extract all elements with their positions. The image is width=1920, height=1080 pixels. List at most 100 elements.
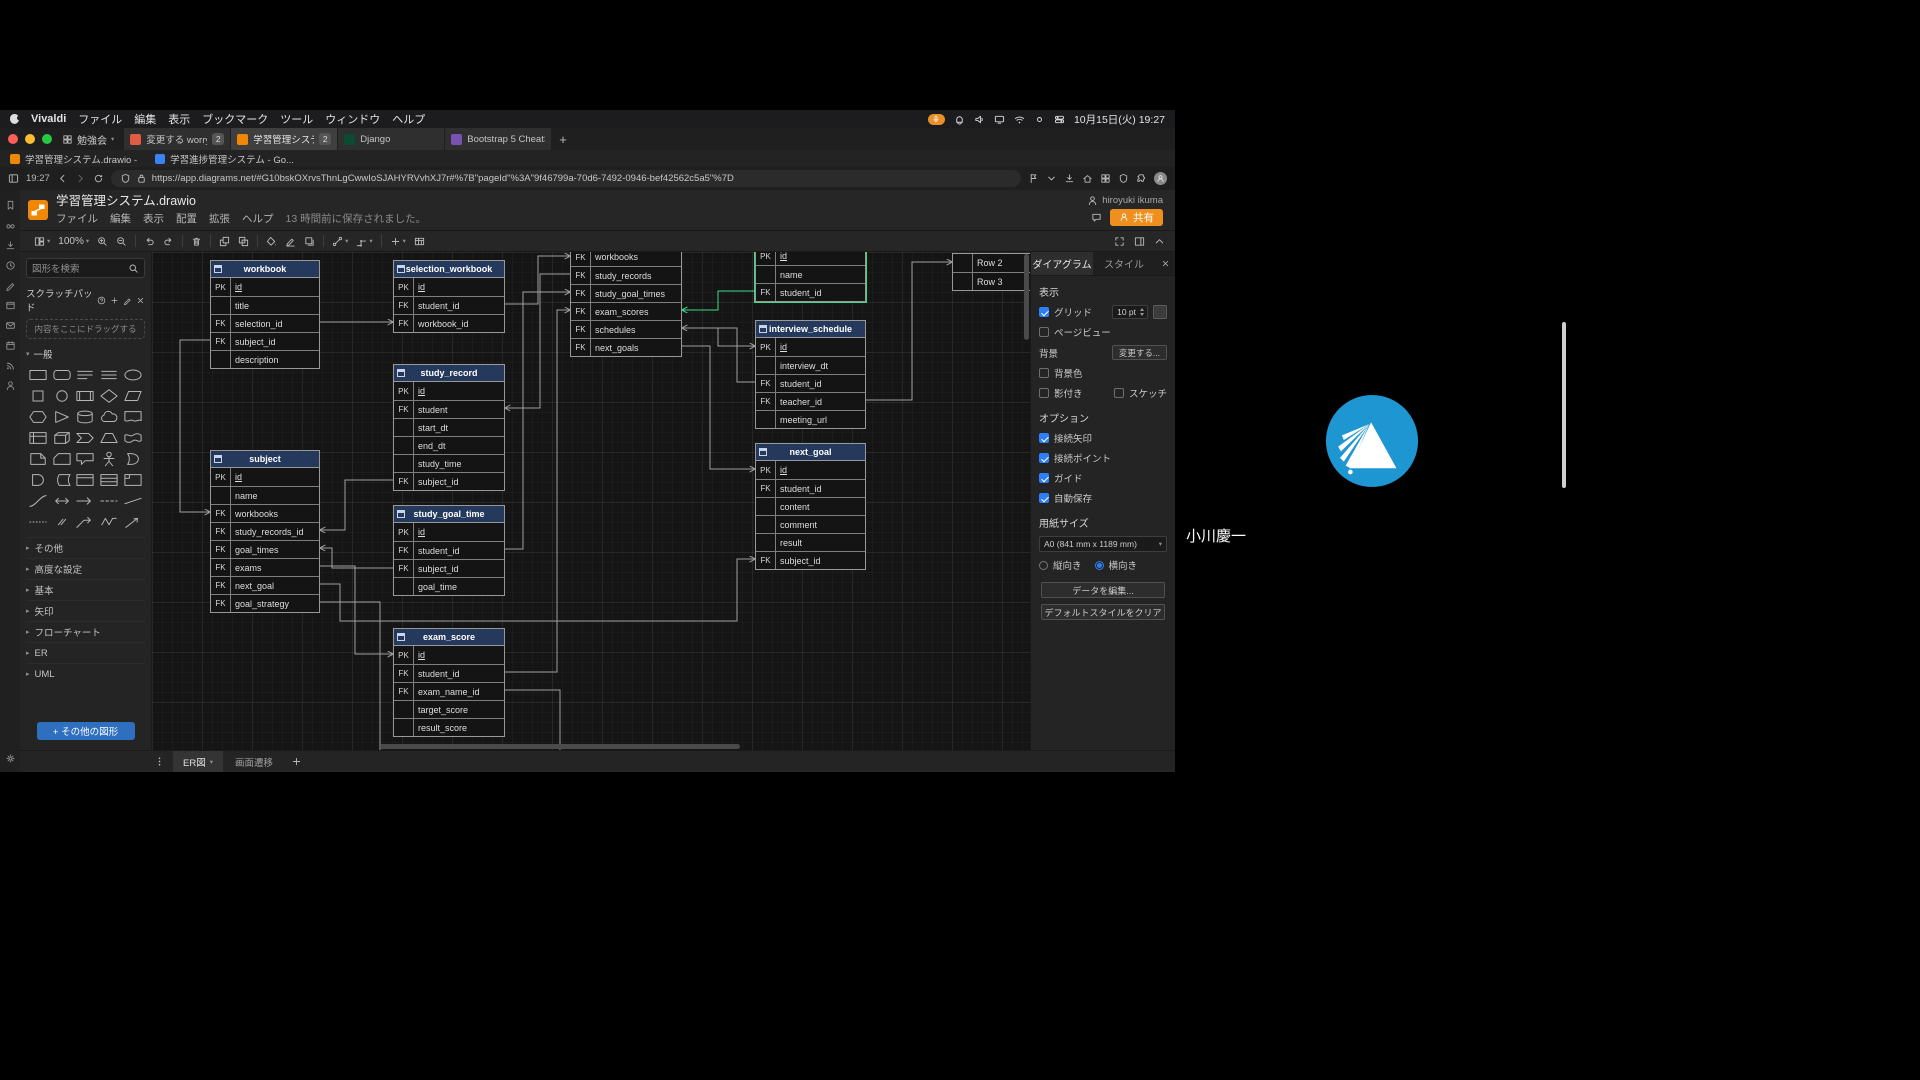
shape-bidirectional-arrow[interactable]: [50, 491, 74, 510]
shadow-icon-button[interactable]: [300, 236, 319, 247]
er-connector[interactable]: [320, 602, 380, 750]
bookmark-item-2[interactable]: 学習進捗管理システム - Go...: [155, 152, 294, 166]
signed-in-user[interactable]: hiroyuki ikuma: [1087, 195, 1163, 206]
panel-person-icon[interactable]: [5, 380, 16, 391]
chevron-up-button[interactable]: [1154, 236, 1165, 247]
er-row[interactable]: result_score: [394, 718, 504, 736]
er-table-study_goal_time[interactable]: study_goal_timePKidFKstudent_idFKsubject…: [393, 505, 505, 596]
page-tab-er[interactable]: ER図 ▾: [173, 751, 223, 772]
canvas-vertical-scrollbar[interactable]: [1024, 254, 1029, 340]
er-row[interactable]: meeting_url: [756, 410, 865, 428]
er-row[interactable]: FKstudent_id: [394, 541, 504, 559]
drawio-menu-拡張[interactable]: 拡張: [209, 211, 230, 226]
er-row[interactable]: FKstudent_id: [756, 283, 865, 301]
sidebar-section-高度な設定[interactable]: ▸高度な設定: [26, 558, 145, 579]
scratchpad-pencil-icon[interactable]: [123, 296, 132, 305]
comments-button[interactable]: [1091, 212, 1102, 223]
macos-menu-ウィンドウ[interactable]: ウィンドウ: [325, 111, 380, 127]
option-checkbox-4[interactable]: [1039, 493, 1049, 503]
er-row[interactable]: FKnext_goals: [571, 338, 681, 356]
er-row[interactable]: content: [756, 497, 865, 515]
url-text[interactable]: https://app.diagrams.net/#G10bskOXrvsThn…: [152, 173, 734, 184]
er-row[interactable]: PKid: [211, 278, 319, 296]
er-row[interactable]: FKsubject_id: [211, 332, 319, 350]
site-shield-icon[interactable]: [120, 173, 131, 184]
close-window-button[interactable]: [8, 134, 18, 144]
macos-menu-編集[interactable]: 編集: [134, 111, 156, 127]
er-table-student[interactable]: FKworkbooksFKstudy_recordsFKstudy_goal_t…: [570, 252, 682, 357]
er-connector[interactable]: [866, 262, 952, 400]
er-table-partial_table[interactable]: Row 2Row 3: [952, 253, 1030, 291]
shape-container[interactable]: [74, 470, 98, 489]
macos-menu-ファイル[interactable]: ファイル: [78, 111, 122, 127]
option-checkbox-1[interactable]: [1039, 433, 1049, 443]
er-connector[interactable]: [505, 256, 570, 304]
er-connector[interactable]: [505, 690, 560, 750]
shape-line[interactable]: [121, 491, 145, 510]
participant-tile[interactable]: 小川慶一: [1175, 330, 1568, 551]
macos-menu-ツール[interactable]: ツール: [280, 111, 313, 127]
er-table-subject[interactable]: subjectPKidnameFKworkbooksFKstudy_record…: [210, 450, 320, 613]
er-table-next_goal[interactable]: next_goalPKidFKstudent_idcontentcommentr…: [755, 443, 866, 570]
er-connector[interactable]: [682, 291, 755, 310]
er-row[interactable]: Row 2: [953, 254, 1030, 272]
minimize-window-button[interactable]: [25, 134, 35, 144]
zoom-out-button[interactable]: [112, 236, 131, 247]
er-row[interactable]: FKstudent_id: [756, 479, 865, 497]
flag-icon[interactable]: [1028, 173, 1039, 184]
shape-or[interactable]: [121, 449, 145, 468]
back-button[interactable]: [57, 173, 68, 184]
display-icon[interactable]: [994, 114, 1005, 125]
paper-size-select[interactable]: A0 (841 mm x 1189 mm) ▾: [1039, 536, 1167, 552]
shadow-checkbox[interactable]: [1039, 388, 1049, 398]
wifi-icon[interactable]: [1014, 114, 1025, 125]
scratchpad-plus-icon[interactable]: [110, 296, 119, 305]
stepper-arrows[interactable]: [1140, 308, 1144, 316]
to-front-button[interactable]: [215, 236, 234, 247]
shape-trapezoid[interactable]: [97, 428, 121, 447]
shape-process[interactable]: [74, 386, 98, 405]
scratchpad-help-icon[interactable]: [97, 296, 106, 305]
shape-hexagon[interactable]: [26, 407, 50, 426]
bookmark-item-1[interactable]: 学習管理システム.drawio -: [10, 152, 137, 166]
shape-link[interactable]: [50, 512, 74, 531]
er-row[interactable]: end_dt: [394, 436, 504, 454]
tab-diagram[interactable]: ダイアグラム: [1031, 252, 1093, 275]
grid-checkbox[interactable]: [1039, 307, 1049, 317]
drawio-menu-配置[interactable]: 配置: [176, 211, 197, 226]
shape-frame[interactable]: [121, 470, 145, 489]
browser-tab-4[interactable]: Bootstrap 5 CheatSheet B: [445, 128, 551, 150]
tab-style[interactable]: スタイル: [1093, 252, 1155, 275]
er-row[interactable]: FKnext_goal: [211, 576, 319, 594]
shape-comic-arrow[interactable]: [121, 512, 145, 531]
macos-menu-ブックマーク[interactable]: ブックマーク: [202, 111, 268, 127]
menubar-clock[interactable]: 10月15日(火) 19:27: [1074, 112, 1165, 127]
window-controls[interactable]: [8, 134, 52, 144]
er-connector[interactable]: [682, 328, 755, 346]
screen-record-mic-icon[interactable]: [928, 114, 945, 125]
page-view-checkbox[interactable]: [1039, 327, 1049, 337]
sidebar-section-その他[interactable]: ▸その他: [26, 537, 145, 558]
er-row[interactable]: start_dt: [394, 418, 504, 436]
option-checkbox-3[interactable]: [1039, 473, 1049, 483]
er-connector[interactable]: [180, 340, 210, 512]
drawio-menu-編集[interactable]: 編集: [110, 211, 131, 226]
shape-curve[interactable]: [26, 491, 50, 510]
er-row[interactable]: FKsubject_id: [756, 551, 865, 569]
er-row[interactable]: PKid: [756, 338, 865, 356]
sidebar-section-ER[interactable]: ▸ER: [26, 642, 145, 663]
shape-arrow[interactable]: [74, 491, 98, 510]
workspace-selector[interactable]: 勉強会 ▾: [62, 132, 114, 147]
er-row[interactable]: comment: [756, 515, 865, 533]
forward-button[interactable]: [75, 173, 86, 184]
er-row[interactable]: PKid: [756, 252, 865, 265]
panel-window-icon[interactable]: [5, 300, 16, 311]
shape-connector[interactable]: [74, 512, 98, 531]
close-format-panel-button[interactable]: [1161, 259, 1170, 268]
er-row[interactable]: study_time: [394, 454, 504, 472]
notifications-icon[interactable]: [954, 114, 965, 125]
er-connector[interactable]: [505, 310, 570, 672]
shape-data-storage[interactable]: [50, 470, 74, 489]
er-row[interactable]: target_score: [394, 700, 504, 718]
save-status[interactable]: 13 時間前に保存されました。: [286, 211, 427, 226]
